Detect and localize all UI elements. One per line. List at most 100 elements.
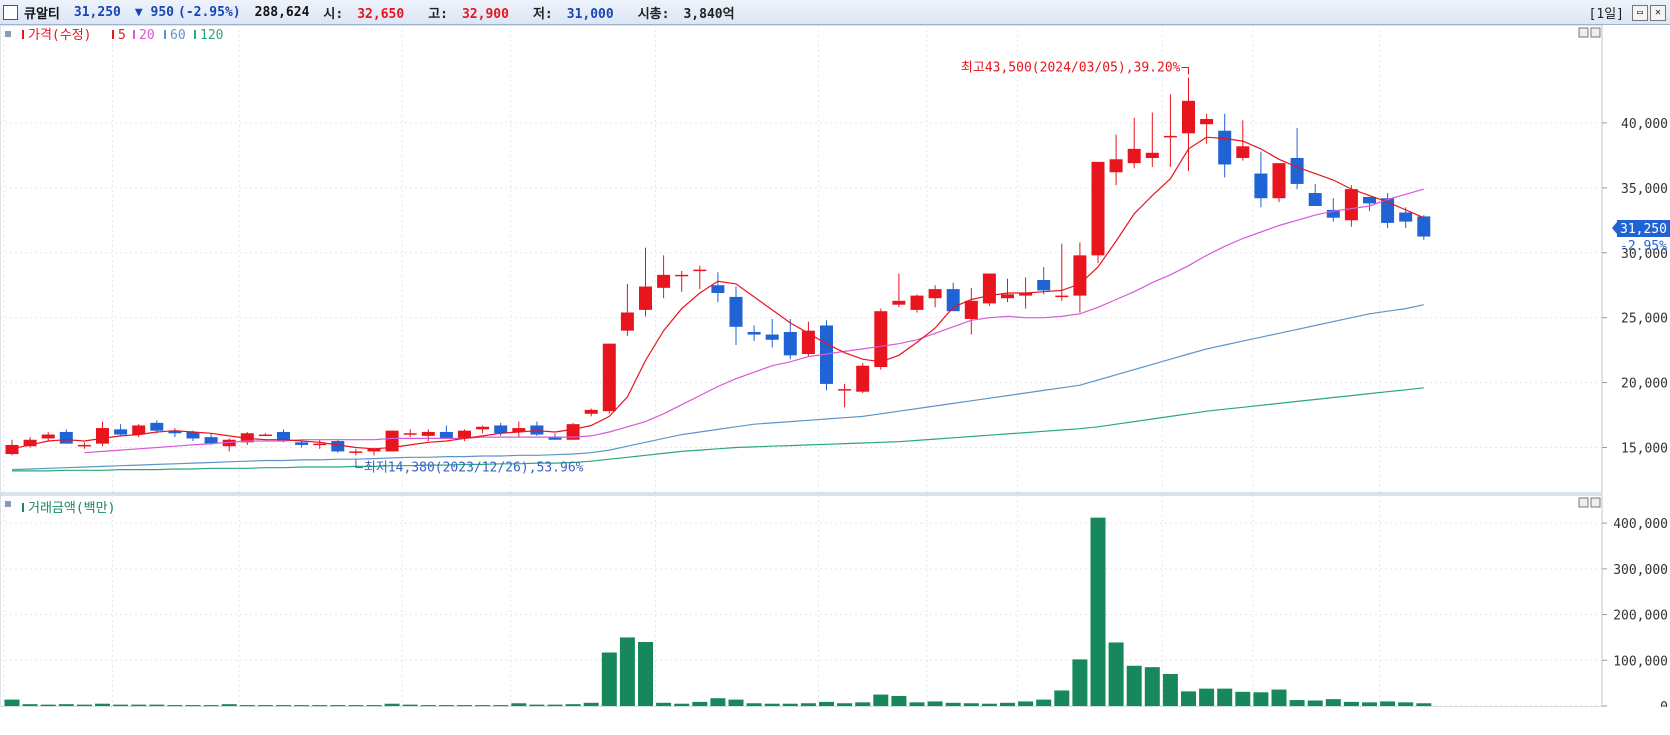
candle-body <box>403 433 417 435</box>
candle-body <box>711 285 725 294</box>
candle-body <box>1073 255 1087 296</box>
volume-bar <box>493 705 509 707</box>
candle-body <box>1272 163 1286 199</box>
price-tick-label: 20,000 <box>1621 377 1668 392</box>
volume-bar <box>837 703 853 706</box>
legend-ma5-marker <box>112 30 114 39</box>
volume-bar <box>927 701 943 706</box>
volume-bar <box>746 703 762 706</box>
candle-body <box>439 431 453 439</box>
close-icon[interactable]: ✕ <box>1650 4 1666 21</box>
panel-close-icon[interactable] <box>1590 27 1601 38</box>
panel-icon[interactable] <box>5 31 11 37</box>
stock-name[interactable]: 큐알티 <box>24 3 60 22</box>
candle-body <box>765 334 779 340</box>
volume-bar <box>873 694 889 706</box>
stock-chart[interactable]: 40,00035,00030,00025,00020,00015,000 가격(… <box>0 25 1670 707</box>
candle-body <box>874 311 888 368</box>
mcap-label: 시총: <box>637 6 670 22</box>
volume-bar <box>239 705 255 707</box>
volume-bar <box>1253 692 1269 706</box>
candle-body <box>150 422 164 431</box>
volume-close-icon[interactable] <box>1590 497 1601 508</box>
volume-tick-label: 200,000 <box>1613 609 1668 624</box>
candle-body <box>964 300 978 319</box>
bottom-scrollbar[interactable] <box>0 707 1670 735</box>
volume-bar <box>1054 690 1070 706</box>
price-tick-label: 40,000 <box>1621 117 1668 132</box>
volume-bar <box>58 704 74 706</box>
volume-bar <box>384 703 400 706</box>
legend-price-marker <box>22 30 24 39</box>
select-checkbox[interactable] <box>3 4 18 20</box>
volume-bar <box>1398 702 1414 706</box>
period-selector[interactable]: [1일] <box>1589 3 1624 22</box>
volume-bar <box>601 652 617 706</box>
volume-panel-icon[interactable] <box>5 501 11 507</box>
candle-body <box>675 274 689 277</box>
price-change: ▼ 950 <box>134 4 174 20</box>
volume-bar <box>113 704 129 706</box>
price-panel: 40,00035,00030,00025,00020,00015,000 가격(… <box>0 25 1670 494</box>
candle-body <box>476 426 490 430</box>
panel-restore-icon[interactable] <box>1578 27 1589 38</box>
volume-bar <box>420 705 436 707</box>
volume-bar <box>348 705 364 707</box>
candle-body <box>928 289 942 299</box>
volume-bar <box>438 705 454 707</box>
volume-bar <box>1018 701 1034 706</box>
trade-volume: 288,624 <box>254 4 310 20</box>
candle-body <box>856 365 870 392</box>
candle-body <box>910 295 924 310</box>
candle-body <box>1127 148 1141 164</box>
candle-body <box>1163 135 1177 138</box>
candle-body <box>801 330 815 355</box>
volume-bar <box>963 703 979 706</box>
candle-body <box>132 425 146 435</box>
candle-body <box>258 434 272 437</box>
candle-body <box>982 273 996 304</box>
price-tick-label: 35,000 <box>1621 182 1668 197</box>
volume-bar <box>1289 700 1305 706</box>
candle-body <box>783 331 797 356</box>
candle-body <box>1417 216 1431 237</box>
volume-bar <box>276 705 291 707</box>
open-price: 32,650 <box>357 6 405 22</box>
high-annotation: 최고43,500(2024/03/05),39.20% <box>961 60 1181 75</box>
volume-bar <box>710 698 726 706</box>
candle-body <box>657 274 671 288</box>
candle-body <box>1200 119 1214 125</box>
volume-bar <box>22 704 38 706</box>
candle-body <box>5 444 19 455</box>
volume-bar <box>203 705 219 707</box>
volume-bar <box>764 703 780 706</box>
volume-bar <box>1126 665 1142 706</box>
maximize-icon[interactable]: ▭ <box>1632 4 1648 21</box>
candle-body <box>1236 146 1250 158</box>
volume-bar <box>800 703 816 706</box>
candle-body <box>494 425 508 434</box>
volume-bar <box>402 704 418 706</box>
header-controls: [1일] ▭ ✕ <box>1589 3 1666 22</box>
last-price-marker: 31,250 -2.95% <box>1612 220 1670 254</box>
volume-bar <box>149 704 165 706</box>
last-price-arrow-icon <box>1612 222 1617 234</box>
candle-body <box>1363 196 1376 204</box>
volume-bar <box>1181 691 1196 706</box>
volume-tick-label: 300,000 <box>1613 563 1668 578</box>
market-cap: 3,840억 <box>683 6 735 22</box>
open-label: 시: <box>323 6 344 22</box>
volume-bar <box>457 705 472 707</box>
volume-bar <box>547 704 563 706</box>
volume-restore-icon[interactable] <box>1578 497 1589 508</box>
volume-bar <box>366 705 382 707</box>
volume-bar <box>1162 674 1178 706</box>
volume-bar <box>1108 642 1124 706</box>
candle-body <box>1182 100 1195 134</box>
volume-bar <box>1307 700 1323 706</box>
candle-body <box>41 434 55 439</box>
candle-body <box>639 286 652 310</box>
candle-body <box>1055 295 1069 298</box>
candle-body <box>186 431 200 439</box>
volume-bar <box>1072 659 1088 706</box>
